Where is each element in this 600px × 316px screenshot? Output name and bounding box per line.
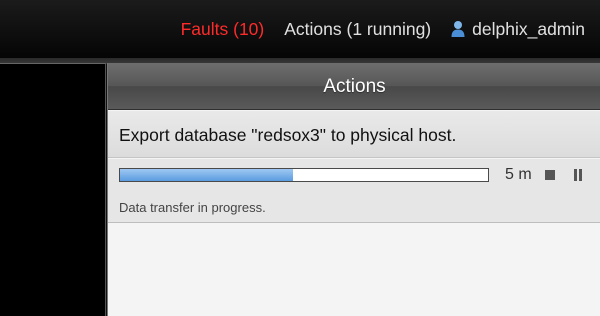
action-status: Data transfer in progress. xyxy=(119,200,266,215)
action-title: Export database "redsox3" to physical ho… xyxy=(119,125,457,145)
actions-panel-header: Actions xyxy=(108,63,600,110)
left-pane xyxy=(0,63,106,316)
action-item-header[interactable]: Export database "redsox3" to physical ho… xyxy=(108,111,600,158)
pause-icon[interactable] xyxy=(572,169,584,181)
stop-icon[interactable] xyxy=(545,170,555,180)
progress-bar xyxy=(119,168,489,182)
top-nav: Faults (10) Actions (1 running) delphix_… xyxy=(181,17,585,41)
pause-bar xyxy=(579,169,582,181)
actions-link[interactable]: Actions (1 running) xyxy=(284,17,431,41)
actions-panel: Actions Export database "redsox3" to phy… xyxy=(107,63,600,316)
progress-bar-fill xyxy=(120,169,293,181)
pause-bar xyxy=(574,169,577,181)
user-icon xyxy=(451,21,465,37)
time-remaining: 5 m xyxy=(505,166,532,183)
user-menu[interactable]: delphix_admin xyxy=(451,17,585,41)
username-label: delphix_admin xyxy=(472,19,585,39)
faults-link[interactable]: Faults (10) xyxy=(181,17,265,41)
top-bar: Faults (10) Actions (1 running) delphix_… xyxy=(0,0,600,58)
action-item-progress: 5 m Data transfer in progress. xyxy=(108,159,600,223)
panel-title: Actions xyxy=(323,76,386,97)
